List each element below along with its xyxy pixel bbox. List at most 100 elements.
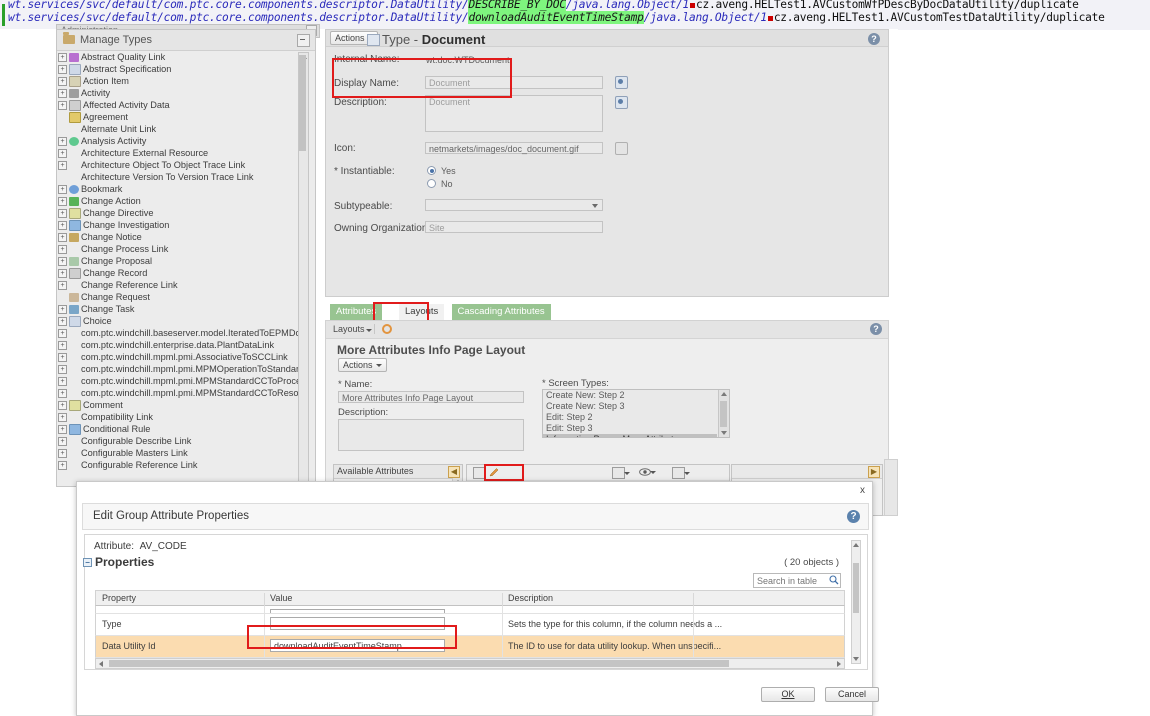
column-header-description[interactable]: Description bbox=[508, 593, 553, 603]
close-icon[interactable]: x bbox=[860, 485, 865, 496]
tree-item[interactable]: Change Request bbox=[58, 291, 306, 303]
tree-item[interactable]: + Change Investigation bbox=[58, 219, 306, 232]
expand-icon[interactable]: + bbox=[58, 401, 67, 411]
display-name-input[interactable]: Document bbox=[425, 76, 603, 89]
tree-item[interactable]: + Activity bbox=[58, 87, 306, 99]
expand-icon[interactable]: + bbox=[58, 221, 67, 231]
tree-item[interactable]: + Change Notice bbox=[58, 231, 306, 243]
tree-item[interactable]: + Abstract Specification bbox=[58, 63, 306, 76]
expand-icon[interactable]: + bbox=[58, 365, 67, 375]
tree-item[interactable]: + Change Record bbox=[58, 267, 306, 280]
tree-scrollbar[interactable] bbox=[298, 52, 309, 482]
page-right-scroll-sliver[interactable] bbox=[884, 459, 898, 516]
expand-icon[interactable]: + bbox=[58, 389, 67, 399]
tree-item[interactable]: + Architecture Object To Object Trace Lin… bbox=[58, 159, 306, 171]
tree-item[interactable]: + com.ptc.windchill.enterprise.data.Plant… bbox=[58, 339, 306, 351]
tree-item[interactable]: Architecture Version To Version Trace Li… bbox=[58, 171, 306, 183]
gear-icon[interactable] bbox=[382, 324, 392, 334]
expand-icon[interactable]: + bbox=[58, 413, 67, 423]
table-view-icon[interactable] bbox=[672, 467, 690, 479]
ok-button[interactable]: OK bbox=[761, 687, 815, 702]
screen-type-option[interactable]: Edit: Step 2 bbox=[543, 412, 717, 423]
expand-icon[interactable]: + bbox=[58, 161, 67, 171]
tree-item[interactable]: + Change Process Link bbox=[58, 243, 306, 255]
scroll-up-arrow-icon[interactable] bbox=[721, 392, 727, 396]
subtypeable-select[interactable] bbox=[425, 199, 603, 211]
screen-type-option[interactable]: Edit: Step 3 bbox=[543, 423, 717, 434]
expand-icon[interactable]: + bbox=[58, 185, 67, 195]
cancel-button[interactable]: Cancel bbox=[825, 687, 879, 702]
minimize-icon[interactable] bbox=[297, 34, 310, 47]
expand-icon[interactable]: + bbox=[58, 461, 67, 471]
expand-icon[interactable]: + bbox=[58, 209, 67, 219]
tree-item[interactable]: + Affected Activity Data bbox=[58, 99, 306, 112]
description-textarea[interactable]: Document bbox=[425, 95, 603, 132]
row-value-input[interactable] bbox=[270, 639, 445, 652]
screen-type-option[interactable]: Create New: Step 2 bbox=[543, 390, 717, 401]
tree-item[interactable]: + Configurable Describe Link bbox=[58, 435, 306, 447]
tree-item[interactable]: Agreement bbox=[58, 111, 306, 124]
tree-scroll-thumb[interactable] bbox=[299, 55, 306, 151]
expand-icon[interactable]: + bbox=[58, 101, 67, 111]
search-in-table-wrapper[interactable] bbox=[753, 573, 841, 588]
screen-type-option[interactable]: Information Page - More Attributes bbox=[543, 434, 717, 437]
scroll-down-arrow-icon[interactable] bbox=[853, 657, 859, 661]
search-icon[interactable] bbox=[829, 575, 839, 585]
type-tree[interactable]: + Abstract Quality Link + Abstract Specific… bbox=[58, 51, 306, 481]
tree-item[interactable]: + Abstract Quality Link bbox=[58, 51, 306, 63]
view-eye-icon[interactable] bbox=[639, 467, 656, 477]
expand-icon[interactable]: + bbox=[58, 89, 67, 99]
tree-item[interactable]: + Bookmark bbox=[58, 183, 306, 195]
table-row[interactable]: Data Utility Id The ID to use for data ut… bbox=[95, 636, 845, 658]
tree-item[interactable]: + Configurable Masters Link bbox=[58, 447, 306, 459]
expand-icon[interactable]: + bbox=[58, 65, 67, 75]
help-icon[interactable]: ? bbox=[868, 33, 880, 45]
expand-icon[interactable]: + bbox=[58, 437, 67, 447]
expand-icon[interactable]: + bbox=[58, 233, 67, 243]
expand-icon[interactable]: + bbox=[58, 425, 67, 435]
column-header-value[interactable]: Value bbox=[270, 593, 292, 603]
tree-item[interactable]: + Conditional Rule bbox=[58, 423, 306, 436]
expand-icon[interactable]: + bbox=[58, 197, 67, 207]
icon-browse-button[interactable] bbox=[615, 142, 628, 155]
instantiable-no-radio[interactable] bbox=[427, 179, 436, 188]
collapse-properties-icon[interactable]: − bbox=[83, 558, 92, 567]
description-translate-icon[interactable] bbox=[615, 96, 628, 109]
expand-icon[interactable]: + bbox=[58, 281, 67, 291]
layouts-dropdown[interactable]: Layouts bbox=[333, 324, 371, 334]
tab-layouts[interactable]: Layouts bbox=[399, 304, 445, 320]
layout-name-input[interactable]: More Attributes Info Page Layout bbox=[338, 391, 524, 403]
table-row[interactable] bbox=[95, 606, 845, 614]
search-input[interactable] bbox=[754, 574, 825, 587]
tree-item[interactable]: + Architecture External Resource bbox=[58, 147, 306, 159]
scroll-down-arrow-icon[interactable] bbox=[721, 431, 727, 435]
expand-icon[interactable]: + bbox=[58, 377, 67, 387]
scroll-up-arrow-icon[interactable] bbox=[853, 543, 859, 547]
tree-item[interactable]: + com.ptc.windchill.baseserver.model.Iter… bbox=[58, 327, 306, 339]
expand-icon[interactable]: + bbox=[58, 53, 67, 63]
scroll-right-arrow-icon[interactable] bbox=[837, 661, 841, 667]
tree-item[interactable]: Alternate Unit Link bbox=[58, 123, 306, 135]
display-name-translate-icon[interactable] bbox=[615, 76, 628, 89]
expand-icon[interactable]: + bbox=[58, 341, 67, 351]
tree-item[interactable]: + Configurable Reference Link bbox=[58, 459, 306, 471]
screen-types-listbox[interactable]: Create New: Step 2 Create New: Step 3 Edit… bbox=[542, 389, 730, 438]
expand-icon[interactable]: + bbox=[58, 257, 67, 267]
add-group-icon[interactable] bbox=[473, 467, 486, 479]
expand-icon[interactable]: + bbox=[58, 329, 67, 339]
tree-item[interactable]: + Change Directive bbox=[58, 207, 306, 220]
tab-cascading-attributes[interactable]: Cascading Attributes bbox=[451, 304, 551, 320]
column-header-property[interactable]: Property bbox=[102, 593, 136, 603]
collapse-left-icon[interactable]: ◀ bbox=[448, 466, 460, 478]
row-value-input[interactable] bbox=[270, 617, 445, 630]
help-icon[interactable]: ? bbox=[847, 510, 860, 523]
expand-icon[interactable]: + bbox=[58, 269, 67, 279]
layout-actions-button[interactable]: Actions bbox=[338, 358, 387, 372]
tree-item[interactable]: + Compatibility Link bbox=[58, 411, 306, 423]
expand-icon[interactable]: + bbox=[58, 77, 67, 87]
dialog-vscrollbar[interactable] bbox=[851, 540, 861, 664]
tree-item[interactable]: + Action Item bbox=[58, 75, 306, 88]
expand-icon[interactable]: + bbox=[58, 353, 67, 363]
tree-item[interactable]: + com.ptc.windchill.mpml.pmi.AssociativeT… bbox=[58, 351, 306, 363]
icon-input[interactable]: netmarkets/images/doc_document.gif bbox=[425, 142, 603, 154]
